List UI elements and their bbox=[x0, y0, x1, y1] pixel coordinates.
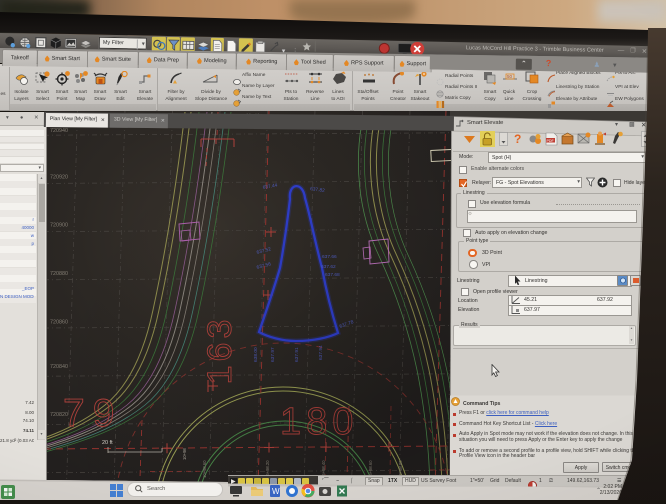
svg-text:W: W bbox=[272, 487, 280, 496]
